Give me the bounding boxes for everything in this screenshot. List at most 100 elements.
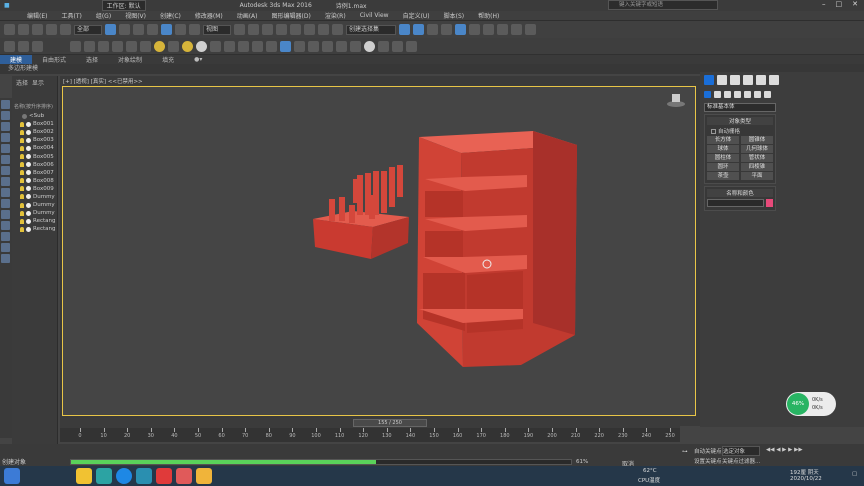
key-mode-icon[interactable]: ⊶ xyxy=(682,449,688,455)
object-name-field[interactable] xyxy=(707,199,765,207)
spinner-snap-icon[interactable] xyxy=(318,24,329,35)
name-color-header[interactable]: 名称和颜色 xyxy=(707,189,773,197)
render-setup-icon[interactable] xyxy=(497,24,508,35)
unlink-icon[interactable] xyxy=(46,24,57,35)
selection-filter-dropdown[interactable]: 全部 xyxy=(74,24,102,35)
tool-i-icon[interactable] xyxy=(140,40,151,52)
key-filters-button[interactable]: 关键点过滤器... xyxy=(722,457,760,465)
ribbon-tab-modeling[interactable]: 建模 xyxy=(0,55,33,64)
align-icon[interactable] xyxy=(413,24,424,35)
viewport-scene[interactable] xyxy=(63,87,695,415)
object-color-swatch[interactable] xyxy=(766,199,773,207)
menu-graph-editors[interactable]: 图形编辑器(D) xyxy=(265,11,318,20)
rect-selection-icon[interactable] xyxy=(133,24,144,35)
select-by-name-icon[interactable] xyxy=(119,24,130,35)
scene-menu-display[interactable]: 显示 xyxy=(32,78,44,87)
cylinder-button[interactable]: 圆柱体 xyxy=(707,154,739,162)
select-scale-icon[interactable] xyxy=(189,24,200,35)
light-bulb-icon[interactable] xyxy=(20,154,24,160)
visibility-icon[interactable] xyxy=(26,121,31,127)
viewport-label[interactable]: [+] [透视] [真实] <<已禁用>> xyxy=(63,77,143,85)
cameras-icon[interactable] xyxy=(734,91,741,98)
layer-explorer-icon[interactable] xyxy=(427,24,438,35)
tool-m-icon[interactable] xyxy=(252,40,263,52)
light-bulb-icon[interactable] xyxy=(20,145,24,151)
visibility-icon[interactable] xyxy=(26,170,31,176)
filter-shapes-icon[interactable] xyxy=(1,111,10,120)
select-object-icon[interactable] xyxy=(105,24,116,35)
visibility-icon[interactable] xyxy=(26,154,31,160)
tool-v-icon[interactable] xyxy=(378,40,389,52)
tool-t-icon[interactable] xyxy=(350,40,361,52)
cone-button[interactable]: 圆锥体 xyxy=(741,136,773,144)
scene-row[interactable]: Box008 xyxy=(12,177,57,185)
geometry-icon[interactable] xyxy=(704,91,711,98)
light-bulb-icon[interactable] xyxy=(20,170,24,176)
scene-column-header[interactable]: 名称(按升序排序) xyxy=(12,101,57,112)
ribbon-tab-freeform[interactable]: 自由形式 xyxy=(32,55,76,64)
autogrid-option[interactable]: 自动栅格 xyxy=(707,127,773,135)
filter-all-icon[interactable] xyxy=(1,232,10,241)
spacewarps-icon[interactable] xyxy=(754,91,761,98)
tool-a-icon[interactable] xyxy=(4,40,15,52)
filter-bones-icon[interactable] xyxy=(1,188,10,197)
visibility-icon[interactable] xyxy=(26,145,31,151)
scene-row[interactable]: Box003 xyxy=(12,136,57,144)
light-icon[interactable] xyxy=(154,40,165,52)
modify-tab-icon[interactable] xyxy=(717,75,727,85)
sun-icon[interactable] xyxy=(182,40,193,52)
material-editor-icon[interactable] xyxy=(483,24,494,35)
visibility-icon[interactable] xyxy=(26,137,31,143)
geosphere-button[interactable]: 几何球体 xyxy=(741,145,773,153)
filter-groups-icon[interactable] xyxy=(1,166,10,175)
start-menu-icon[interactable] xyxy=(4,468,20,484)
menu-modifiers[interactable]: 修改器(M) xyxy=(188,11,230,20)
ribbon-options-icon[interactable]: ●▾ xyxy=(184,56,212,63)
filter-lights-icon[interactable] xyxy=(1,122,10,131)
redo-icon[interactable] xyxy=(18,24,29,35)
pyramid-button[interactable]: 四棱锥 xyxy=(741,163,773,171)
light-bulb-icon[interactable] xyxy=(20,210,24,216)
file-explorer-icon[interactable] xyxy=(76,468,92,484)
object-type-header[interactable]: 对象类型 xyxy=(707,117,773,125)
scene-row[interactable]: <Sub xyxy=(12,112,57,120)
light-bulb-icon[interactable] xyxy=(20,202,24,208)
light-bulb-icon[interactable] xyxy=(20,218,24,224)
render-teapot-icon[interactable] xyxy=(525,24,536,35)
ribbon-tab-populate[interactable]: 填充 xyxy=(152,55,184,64)
scene-row[interactable]: Box006 xyxy=(12,161,57,169)
filter-hidden-icon[interactable] xyxy=(1,221,10,230)
scene-row[interactable]: Dummy xyxy=(12,209,57,217)
selected-object-dropdown[interactable]: 选定对象 xyxy=(722,446,760,456)
visibility-icon[interactable] xyxy=(26,178,31,184)
visibility-icon[interactable] xyxy=(26,226,31,232)
shapes-icon[interactable] xyxy=(714,91,721,98)
motion-tab-icon[interactable] xyxy=(743,75,753,85)
search-input[interactable]: 键入关键字或短语 xyxy=(608,0,718,10)
visibility-icon[interactable] xyxy=(22,113,27,119)
manipulate-icon[interactable] xyxy=(248,24,259,35)
viewcube-icon[interactable] xyxy=(666,92,686,108)
undo-icon[interactable] xyxy=(4,24,15,35)
rendered-frame-icon[interactable] xyxy=(511,24,522,35)
set-key-button[interactable]: 设置关键点 xyxy=(694,457,722,465)
scene-row[interactable]: Box005 xyxy=(12,152,57,160)
torus-button[interactable]: 圆环 xyxy=(707,163,739,171)
menu-scripting[interactable]: 脚本(S) xyxy=(437,11,472,20)
curve-editor-icon[interactable] xyxy=(455,24,466,35)
scene-row[interactable]: Dummy xyxy=(12,201,57,209)
keyboard-shortcut-icon[interactable] xyxy=(262,24,273,35)
filter-none-icon[interactable] xyxy=(1,243,10,252)
tool-l-icon[interactable] xyxy=(238,40,249,52)
tool-k-icon[interactable] xyxy=(224,40,235,52)
category-dropdown[interactable]: 标准基本体 xyxy=(704,103,776,112)
helpers-icon[interactable] xyxy=(744,91,751,98)
filter-frozen-icon[interactable] xyxy=(1,210,10,219)
tool-s-icon[interactable] xyxy=(336,40,347,52)
light-bulb-icon[interactable] xyxy=(20,194,24,200)
autogrid-checkbox[interactable] xyxy=(711,128,716,134)
small-tray-model[interactable] xyxy=(313,165,409,259)
light-bulb-icon[interactable] xyxy=(20,137,24,143)
systems-icon[interactable] xyxy=(764,91,771,98)
light-bulb-icon[interactable] xyxy=(20,129,24,135)
